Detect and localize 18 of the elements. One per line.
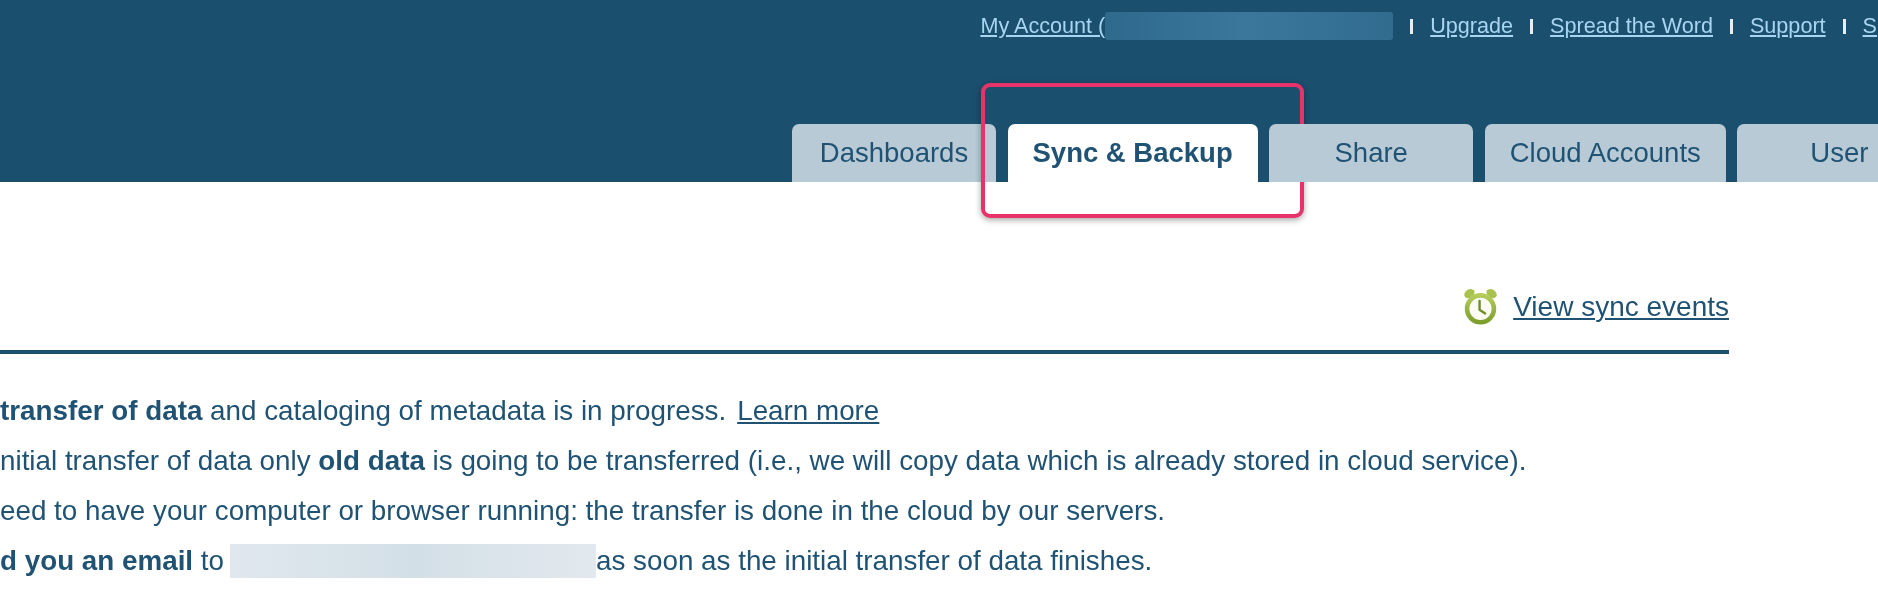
nav-tab[interactable]: Dashboards [792,124,996,182]
nav-tab[interactable]: Sync & Backup [1007,124,1258,182]
info-text: nitial transfer of data only old data is going to be transferred (i.e., we will copy data which is already stored in cloud service). [0,445,1527,477]
alarm-clock-icon [1462,288,1500,325]
nav-tab[interactable]: Share [1269,124,1474,182]
nav-tab[interactable]: Cloud Accounts [1484,124,1726,182]
info-text: transfer of data and cataloging of metadata is in progress. Learn more [0,395,880,427]
learn-more-link[interactable]: Learn more [737,395,880,426]
info-text: d you an email to [0,545,224,577]
header-link[interactable]: Spread the Word [1550,13,1713,39]
nav-tab[interactable]: User [1737,124,1878,182]
header-link[interactable]: Support [1749,13,1826,39]
info-text: eed to have your computer or browser running: the transfer is done in the cloud by our servers. [0,495,1165,527]
header-link[interactable]: S [1862,13,1877,39]
header-link[interactable]: Upgrade [1430,13,1514,39]
info-text: as soon as the initial transfer of data finishes. [596,545,1153,577]
view-sync-events-link[interactable]: View sync events [1513,290,1729,323]
header-link[interactable]: My Account ( [980,13,1106,39]
